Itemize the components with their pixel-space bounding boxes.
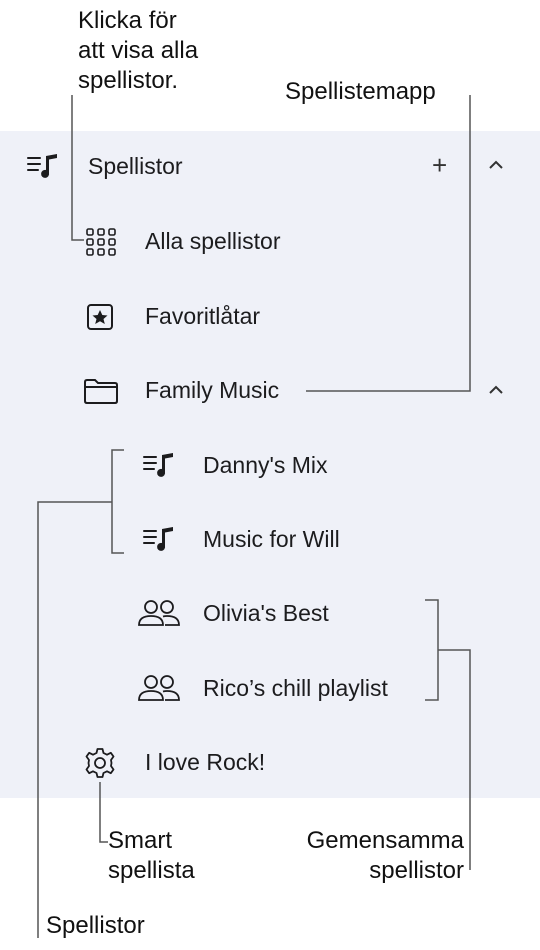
playlist-icon	[26, 152, 60, 185]
folder-icon	[83, 377, 119, 410]
sidebar-item-i-love-rock[interactable]: I love Rock!	[145, 748, 265, 776]
star-square-icon	[86, 303, 116, 336]
chevron-up-icon[interactable]	[487, 383, 505, 401]
add-playlist-button[interactable]: +	[432, 151, 447, 179]
callout-smart-playlist: Smart spellista	[108, 827, 195, 884]
sidebar-item-favorites[interactable]: Favoritlåtar	[145, 302, 260, 330]
shared-people-icon	[137, 598, 181, 633]
shared-people-icon	[137, 673, 181, 708]
playlist-icon	[142, 451, 176, 484]
sidebar-item-music-for-will[interactable]: Music for Will	[203, 525, 340, 553]
sidebar-item-olivias-best[interactable]: Olivia's Best	[203, 599, 329, 627]
playlist-icon	[142, 525, 176, 558]
sidebar-item-dannys-mix[interactable]: Danny's Mix	[203, 451, 328, 479]
chevron-up-icon[interactable]	[487, 158, 505, 176]
sidebar-item-all-playlists[interactable]: Alla spellistor	[145, 227, 281, 255]
grid-icon	[85, 227, 117, 262]
gear-icon	[84, 747, 116, 784]
callout-playlists: Spellistor	[46, 912, 145, 939]
callout-shared-playlists: Gemensamma spellistor	[306, 827, 464, 884]
callout-view-all-playlists: Klicka för att visa alla spellistor.	[78, 7, 199, 94]
sidebar-item-family-music[interactable]: Family Music	[145, 376, 279, 404]
section-title[interactable]: Spellistor	[88, 152, 183, 180]
callout-playlist-folder: Spellistemapp	[285, 78, 436, 105]
sidebar-item-ricos-chill-playlist[interactable]: Rico’s chill playlist	[203, 674, 388, 702]
